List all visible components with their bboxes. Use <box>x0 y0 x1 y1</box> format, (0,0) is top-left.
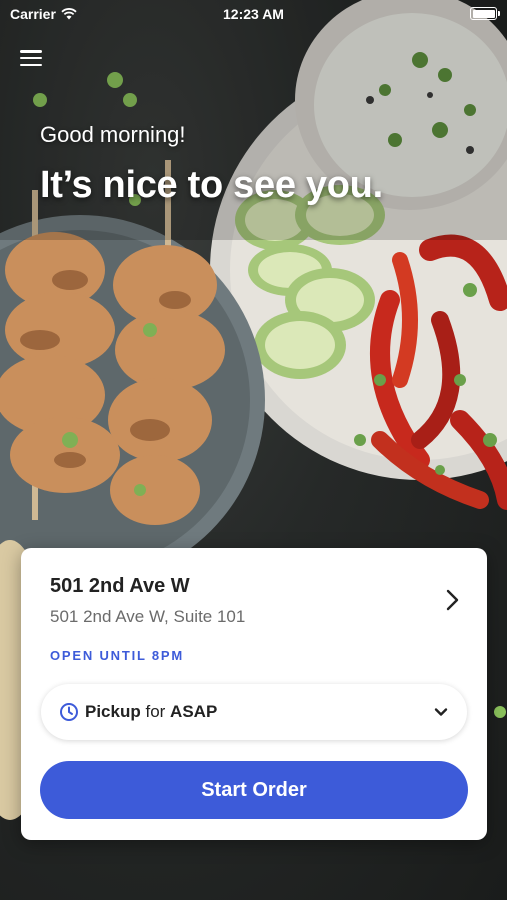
greeting-subtitle: Good morning! <box>40 122 186 147</box>
order-mode-type: Pickup <box>85 702 141 721</box>
clock-icon <box>60 703 78 721</box>
store-name[interactable]: 501 2nd Ave W <box>50 575 190 598</box>
hamburger-menu-icon[interactable] <box>20 48 42 68</box>
order-mode-connector: for <box>140 702 171 721</box>
order-mode-select[interactable]: Pickup for ASAP <box>41 684 467 740</box>
open-hours-label: OPEN UNTIL 8PM <box>50 648 185 663</box>
location-card: 501 2nd Ave W 501 2nd Ave W, Suite 101 O… <box>21 548 487 840</box>
order-mode-label: Pickup for ASAP <box>85 702 217 722</box>
start-order-button[interactable]: Start Order <box>40 761 468 819</box>
chevron-right-icon[interactable] <box>441 586 463 614</box>
status-bar: Carrier 12:23 AM <box>0 0 507 28</box>
store-address[interactable]: 501 2nd Ave W, Suite 101 <box>50 607 245 627</box>
status-time: 12:23 AM <box>223 6 284 22</box>
chevron-down-icon <box>434 708 448 716</box>
order-mode-time: ASAP <box>170 702 218 721</box>
battery-icon <box>470 7 500 20</box>
greeting-title: It’s nice to see you. <box>40 164 383 206</box>
